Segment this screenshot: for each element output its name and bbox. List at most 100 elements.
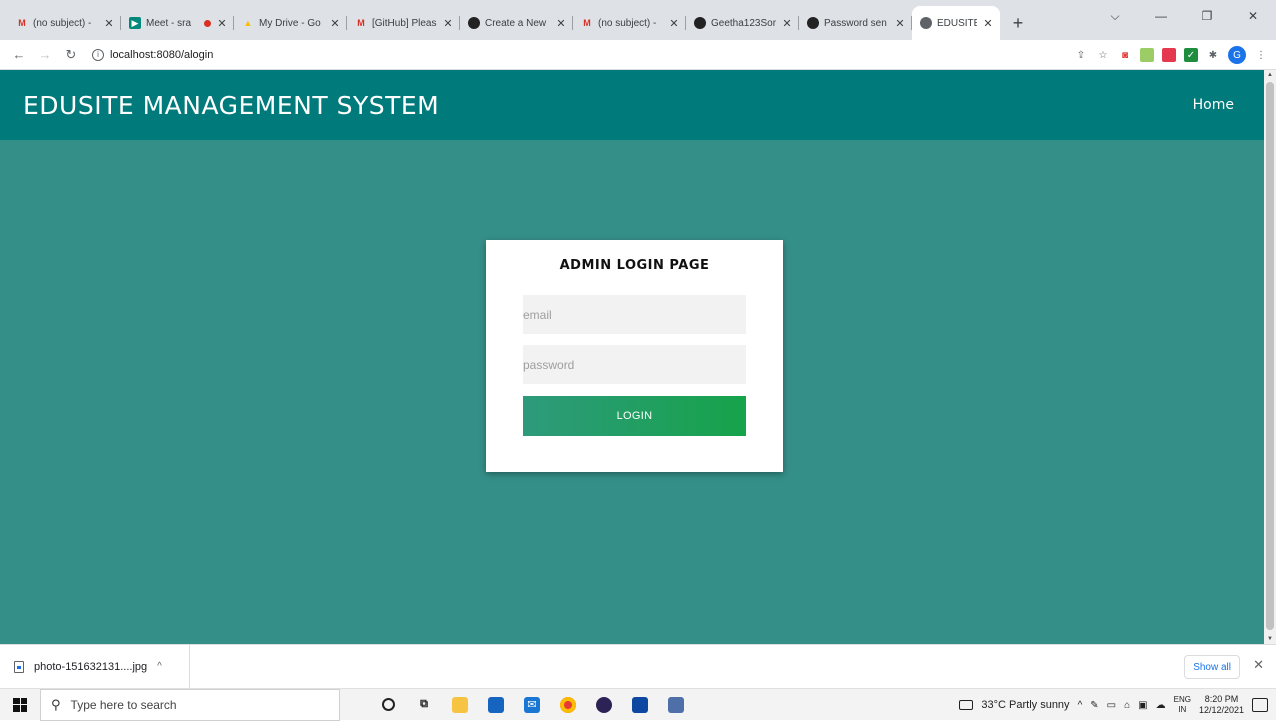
- cloud-icon[interactable]: ☁: [1156, 700, 1166, 711]
- tab-github-create[interactable]: Create a New ✕: [460, 9, 573, 37]
- language-indicator[interactable]: ENG IN: [1174, 695, 1191, 715]
- search-icon: ⚲: [51, 696, 61, 712]
- close-icon[interactable]: ✕: [442, 17, 454, 30]
- display-icon[interactable]: ▣: [1138, 700, 1147, 711]
- recording-icon: [204, 19, 211, 27]
- tab-search-icon[interactable]: ⌵: [1092, 9, 1138, 24]
- scroll-thumb[interactable]: [1266, 82, 1274, 630]
- pen-icon[interactable]: ✎: [1090, 700, 1098, 711]
- maximize-button[interactable]: ❐: [1184, 9, 1230, 23]
- minimize-button[interactable]: —: [1138, 9, 1184, 23]
- extension-pocket-icon[interactable]: ◙: [1118, 48, 1132, 62]
- start-button[interactable]: [0, 689, 40, 721]
- browser-tabstrip: M (no subject) - ✕ ▶ Meet - sra ✕ ▲ My D…: [0, 0, 1276, 40]
- close-icon[interactable]: ✕: [103, 17, 115, 30]
- eclipse-icon[interactable]: [586, 689, 622, 721]
- search-placeholder: Type here to search: [70, 697, 177, 712]
- close-icon[interactable]: ✕: [781, 17, 793, 30]
- chevron-up-icon[interactable]: ^: [157, 661, 162, 672]
- password-input[interactable]: [523, 345, 746, 384]
- new-tab-button[interactable]: +: [1006, 13, 1030, 34]
- store-icon[interactable]: [478, 689, 514, 721]
- tab-title: [GitHub] Pleas: [372, 17, 437, 29]
- weather-text[interactable]: 33°C Partly sunny: [981, 699, 1069, 711]
- notification-icon[interactable]: [1252, 698, 1268, 712]
- url-text[interactable]: localhost:8080/alogin: [110, 49, 213, 61]
- close-icon[interactable]: ✕: [1253, 657, 1264, 673]
- tab-github-password[interactable]: Password sen ✕: [799, 9, 912, 37]
- share-icon[interactable]: ⇪: [1074, 48, 1088, 62]
- login-card: ADMIN LOGIN PAGE LOGIN: [486, 240, 783, 472]
- gmail-icon: M: [583, 18, 591, 28]
- close-icon[interactable]: ✕: [894, 17, 906, 30]
- page-scrollbar[interactable]: ▲ ▼: [1264, 70, 1276, 644]
- puzzle-icon[interactable]: ✱: [1206, 48, 1220, 62]
- photos-icon[interactable]: [622, 689, 658, 721]
- extension-grammar-icon[interactable]: [1140, 48, 1154, 62]
- task-view-icon[interactable]: ⧉: [406, 689, 442, 721]
- bookmark-star-icon[interactable]: ☆: [1096, 48, 1110, 62]
- close-icon[interactable]: ✕: [982, 17, 994, 30]
- image-file-icon: [14, 660, 24, 673]
- close-icon[interactable]: ✕: [216, 17, 228, 30]
- tab-meet[interactable]: ▶ Meet - sra ✕: [121, 9, 234, 37]
- site-title: EDUSITE MANAGEMENT SYSTEM: [23, 90, 440, 120]
- tab-edusite[interactable]: EDUSITE ✕: [912, 6, 1000, 40]
- tab-title: Create a New: [485, 17, 547, 29]
- tab-github-geetha[interactable]: Geetha123Sor ✕: [686, 9, 799, 37]
- scroll-up-icon[interactable]: ▲: [1264, 72, 1276, 78]
- tab-gmail-2[interactable]: M (no subject) - ✕: [573, 9, 686, 37]
- info-icon[interactable]: i: [92, 48, 104, 61]
- close-icon[interactable]: ✕: [555, 17, 567, 30]
- forward-button[interactable]: →: [32, 47, 58, 62]
- address-bar[interactable]: i localhost:8080/alogin: [92, 44, 1012, 66]
- page-viewport: EDUSITE MANAGEMENT SYSTEM Home ADMIN LOG…: [0, 70, 1264, 644]
- login-heading: ADMIN LOGIN PAGE: [559, 258, 710, 273]
- tab-gmail-1[interactable]: M (no subject) - ✕: [8, 9, 121, 37]
- tab-title: Meet - sra: [146, 17, 192, 29]
- battery-icon[interactable]: ▭: [1107, 700, 1116, 711]
- close-icon[interactable]: ✕: [329, 17, 341, 30]
- chrome-icon[interactable]: [550, 689, 586, 721]
- email-input[interactable]: [523, 295, 746, 334]
- system-tray: 33°C Partly sunny ^ ✎ ▭ ⌂ ▣ ☁ ENG IN 8:2…: [959, 689, 1276, 721]
- reload-button[interactable]: ↻: [58, 47, 84, 63]
- download-item[interactable]: photo-151632131....jpg ^: [0, 644, 190, 689]
- more-menu-icon[interactable]: ⋮: [1254, 48, 1268, 62]
- vscode-icon[interactable]: [658, 689, 694, 721]
- profile-avatar[interactable]: G: [1228, 46, 1246, 64]
- mail-icon[interactable]: ✉: [514, 689, 550, 721]
- nav-home-link[interactable]: Home: [1193, 97, 1234, 113]
- extension-check-icon[interactable]: ✓: [1184, 48, 1198, 62]
- tab-drive[interactable]: ▲ My Drive - Go ✕: [234, 9, 347, 37]
- chevron-up-icon[interactable]: ^: [1078, 700, 1083, 711]
- tab-gmail-github[interactable]: M [GitHub] Pleas ✕: [347, 9, 460, 37]
- extension-reader-icon[interactable]: [1162, 48, 1176, 62]
- tab-title: My Drive - Go: [259, 17, 321, 29]
- globe-icon: [920, 17, 932, 29]
- clock-time: 8:20 PM: [1204, 694, 1239, 704]
- scroll-down-icon[interactable]: ▼: [1264, 636, 1276, 642]
- site-header: EDUSITE MANAGEMENT SYSTEM Home: [0, 70, 1264, 140]
- window-controls: ⌵ — ❐ ✕: [1092, 0, 1276, 32]
- tab-title: (no subject) -: [33, 17, 92, 29]
- close-window-button[interactable]: ✕: [1230, 9, 1276, 23]
- download-filename[interactable]: photo-151632131....jpg: [34, 661, 147, 673]
- taskbar-search[interactable]: ⚲ Type here to search: [40, 688, 340, 721]
- weather-icon[interactable]: [959, 700, 974, 710]
- network-icon[interactable]: ⌂: [1124, 700, 1130, 711]
- cortana-icon[interactable]: [370, 689, 406, 721]
- show-all-button[interactable]: Show all: [1184, 655, 1240, 679]
- tab-title: Geetha123Sor: [711, 17, 776, 29]
- pinned-apps: ⧉ ✉: [370, 689, 694, 721]
- windows-taskbar: ⚲ Type here to search ⧉ ✉ 33°C Partly su…: [0, 688, 1276, 721]
- clock[interactable]: 8:20 PM 12/12/2021: [1199, 694, 1244, 716]
- back-button[interactable]: ←: [6, 47, 32, 62]
- drive-icon: ▲: [243, 18, 253, 28]
- close-icon[interactable]: ✕: [668, 17, 680, 30]
- password-field-wrapper: [523, 345, 746, 384]
- windows-logo-icon: [13, 697, 27, 712]
- extensions-area: ⇪ ☆ ◙ ✓ ✱ G ⋮: [1074, 40, 1268, 70]
- file-explorer-icon[interactable]: [442, 689, 478, 721]
- login-button[interactable]: LOGIN: [523, 396, 746, 436]
